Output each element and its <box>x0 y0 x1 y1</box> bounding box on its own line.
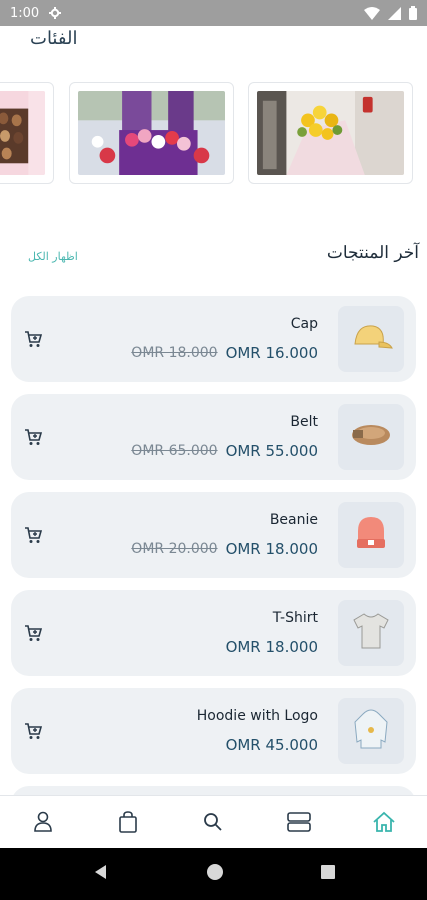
price-line: OMR 65.000 OMR 55.000 <box>131 442 318 460</box>
product-card[interactable]: Hoodie with Logo OMR 45.000 <box>11 688 416 774</box>
product-name: Belt <box>290 414 318 430</box>
bag-icon[interactable] <box>108 802 148 842</box>
product-card[interactable]: T-Shirt OMR 18.000 <box>11 590 416 676</box>
product-thumbnail <box>338 404 404 470</box>
price-line: OMR 45.000 <box>226 736 318 754</box>
current-price: OMR 18.000 <box>225 540 318 558</box>
category-card-chocolates[interactable] <box>0 82 54 184</box>
old-price: OMR 65.000 <box>131 443 218 459</box>
status-time: 1:00 <box>10 5 40 21</box>
product-list: Cap OMR 18.000 OMR 16.000 Belt OMR 65.00… <box>11 296 416 816</box>
latest-products-title: آخر المنتجات <box>326 243 419 263</box>
category-card-flower-box[interactable] <box>69 82 234 184</box>
product-thumbnail <box>338 502 404 568</box>
current-price: OMR 16.000 <box>225 344 318 362</box>
product-name: Hoodie with Logo <box>196 708 318 724</box>
current-price: OMR 45.000 <box>225 736 318 754</box>
home-button-icon[interactable] <box>206 863 224 885</box>
profile-icon[interactable] <box>23 802 63 842</box>
old-price: OMR 20.000 <box>131 541 218 557</box>
add-to-cart-icon[interactable] <box>23 427 45 449</box>
product-thumbnail <box>338 306 404 372</box>
wifi-icon <box>364 6 380 20</box>
price-line: OMR 18.000 <box>226 638 318 656</box>
price-line: OMR 20.000 OMR 18.000 <box>131 540 318 558</box>
tshirt-icon <box>350 612 392 654</box>
categories-title: الفئات <box>30 28 78 49</box>
product-thumbnail <box>338 600 404 666</box>
beanie-icon <box>354 515 388 555</box>
back-icon[interactable] <box>92 863 110 885</box>
product-name: Cap <box>290 316 318 332</box>
product-card[interactable]: Beanie OMR 20.000 OMR 18.000 <box>11 492 416 578</box>
category-image <box>257 91 404 175</box>
current-price: OMR 18.000 <box>225 638 318 656</box>
search-icon[interactable] <box>193 802 233 842</box>
categories-icon[interactable] <box>279 802 319 842</box>
add-to-cart-icon[interactable] <box>23 329 45 351</box>
category-image <box>0 91 45 175</box>
bottom-navigation <box>0 795 427 848</box>
old-price: OMR 18.000 <box>131 345 218 361</box>
system-navigation-bar <box>0 848 427 900</box>
status-bar: 1:00 <box>0 0 427 26</box>
settings-status-icon <box>49 7 62 19</box>
home-icon[interactable] <box>364 802 404 842</box>
add-to-cart-icon[interactable] <box>23 525 45 547</box>
add-to-cart-icon[interactable] <box>23 623 45 645</box>
battery-icon <box>409 6 417 20</box>
signal-icon <box>388 6 401 20</box>
recents-icon[interactable] <box>320 864 336 884</box>
current-price: OMR 55.000 <box>225 442 318 460</box>
product-card[interactable]: Cap OMR 18.000 OMR 16.000 <box>11 296 416 382</box>
add-to-cart-icon[interactable] <box>23 721 45 743</box>
belt-icon <box>349 422 393 452</box>
category-image <box>78 91 225 175</box>
product-thumbnail <box>338 698 404 764</box>
hoodie-icon <box>351 708 391 754</box>
category-card-bouquet[interactable] <box>248 82 413 184</box>
product-name: T-Shirt <box>272 610 318 626</box>
cap-icon <box>349 322 393 356</box>
product-name: Beanie <box>269 512 318 528</box>
show-all-link[interactable]: اظهار الكل <box>28 250 78 263</box>
product-card[interactable]: Belt OMR 65.000 OMR 55.000 <box>11 394 416 480</box>
price-line: OMR 18.000 OMR 16.000 <box>131 344 318 362</box>
categories-carousel[interactable] <box>0 82 427 186</box>
